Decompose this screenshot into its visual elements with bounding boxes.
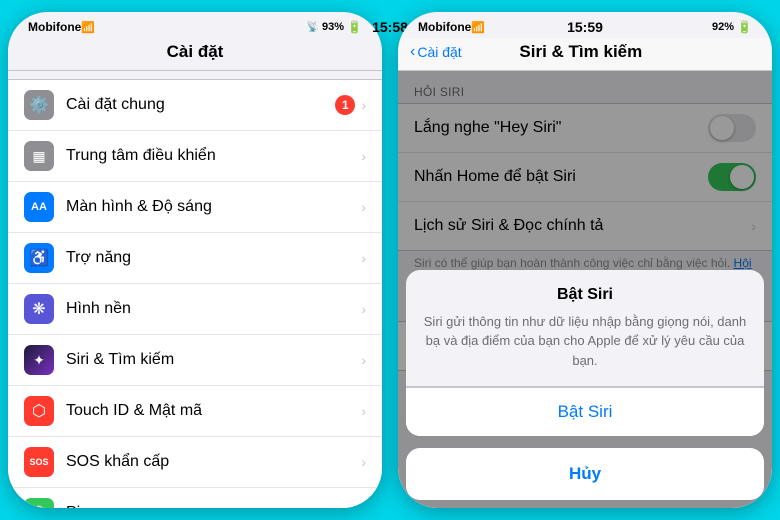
left-status-bar: Mobifone 📶 15:58 📡 93% 🔋	[8, 12, 382, 38]
right-time: 15:59	[567, 19, 603, 35]
wallpaper-label: Hình nền	[66, 300, 361, 318]
settings-item-sos[interactable]: SOS SOS khẩn cấp ›	[8, 437, 382, 488]
sos-chevron: ›	[361, 454, 366, 470]
sos-icon: SOS	[24, 447, 54, 477]
settings-item-accessibility[interactable]: ♿ Trợ năng ›	[8, 233, 382, 284]
right-nav-title: Siri & Tìm kiếm	[462, 42, 700, 62]
right-battery-icon: 🔋	[737, 20, 752, 34]
left-nav-bar: Cài đặt	[8, 38, 382, 71]
modal-description: Siri gửi thông tin như dữ liệu nhập bằng…	[422, 312, 748, 371]
display-icon: AA	[24, 192, 54, 222]
general-icon: ⚙️	[24, 90, 54, 120]
control-center-chevron: ›	[361, 148, 366, 164]
display-chevron: ›	[361, 199, 366, 215]
battery-chevron: ›	[361, 505, 366, 508]
battery-icon: 🔋	[24, 498, 54, 508]
wallpaper-chevron: ›	[361, 301, 366, 317]
left-wifi-icon: 📶	[81, 21, 95, 34]
right-nav-bar: ‹ Cài đặt Siri & Tìm kiếm	[398, 38, 772, 71]
left-time: 15:58	[372, 19, 382, 35]
modal-title: Bật Siri	[422, 286, 748, 304]
left-settings-group-1: ⚙️ Cài đặt chung 1 › ▦ Trung tâm điều kh…	[8, 79, 382, 508]
right-carrier: Mobifone	[418, 20, 471, 34]
modal-cancel-box: Hủy	[406, 448, 764, 500]
accessibility-chevron: ›	[361, 250, 366, 266]
modal-content: Bật Siri Siri gửi thông tin như dữ liệu …	[406, 270, 764, 388]
left-settings-list: ⚙️ Cài đặt chung 1 › ▦ Trung tâm điều kh…	[8, 71, 382, 508]
right-phone-panel: Mobifone 📶 15:59 92% 🔋 ‹ Cài đặt Siri & …	[398, 12, 772, 508]
settings-item-control-center[interactable]: ▦ Trung tâm điều khiển ›	[8, 131, 382, 182]
settings-item-battery[interactable]: 🔋 Pin ›	[8, 488, 382, 508]
settings-item-general[interactable]: ⚙️ Cài đặt chung 1 ›	[8, 80, 382, 131]
left-battery-pct: 93%	[322, 21, 344, 33]
nav-back-button[interactable]: ‹ Cài đặt	[410, 43, 462, 61]
left-signal-icon: 📡	[307, 22, 319, 33]
right-battery-pct: 92%	[712, 21, 734, 33]
siri-label: Siri & Tìm kiếm	[66, 351, 361, 369]
display-label: Màn hình & Độ sáng	[66, 198, 361, 216]
settings-item-siri[interactable]: ✦ Siri & Tìm kiếm ›	[8, 335, 382, 386]
left-phone-panel: Mobifone 📶 15:58 📡 93% 🔋 Cài đặt ⚙️ Cài …	[8, 12, 382, 508]
modal-confirm-button[interactable]: Bật Siri	[406, 387, 764, 436]
nav-back-label: Cài đặt	[417, 44, 461, 60]
left-carrier: Mobifone	[28, 20, 81, 34]
touchid-chevron: ›	[361, 403, 366, 419]
left-nav-title: Cài đặt	[167, 42, 224, 61]
modal-overlay: Bật Siri Siri gửi thông tin như dữ liệu …	[398, 71, 772, 508]
settings-item-wallpaper[interactable]: ❋ Hình nền ›	[8, 284, 382, 335]
modal-box: Bật Siri Siri gửi thông tin như dữ liệu …	[406, 270, 764, 437]
right-panel-container: HỎI SIRI Lắng nghe "Hey Siri" Nhấn Home …	[398, 71, 772, 508]
right-wifi-icon: 📶	[471, 21, 485, 34]
general-label: Cài đặt chung	[66, 96, 335, 114]
touchid-label: Touch ID & Mật mã	[66, 402, 361, 420]
accessibility-icon: ♿	[24, 243, 54, 273]
touchid-icon: ⬡	[24, 396, 54, 426]
siri-icon: ✦	[24, 345, 54, 375]
modal-cancel-button[interactable]: Hủy	[406, 448, 764, 500]
battery-label: Pin	[66, 504, 361, 508]
control-center-label: Trung tâm điều khiển	[66, 147, 361, 165]
left-battery-icon: 🔋	[347, 20, 362, 34]
general-badge: 1	[335, 95, 355, 115]
settings-item-touchid[interactable]: ⬡ Touch ID & Mật mã ›	[8, 386, 382, 437]
wallpaper-icon: ❋	[24, 294, 54, 324]
control-center-icon: ▦	[24, 141, 54, 171]
siri-chevron: ›	[361, 352, 366, 368]
settings-item-display[interactable]: AA Màn hình & Độ sáng ›	[8, 182, 382, 233]
accessibility-label: Trợ năng	[66, 249, 361, 267]
general-chevron: ›	[361, 97, 366, 113]
sos-label: SOS khẩn cấp	[66, 453, 361, 471]
right-status-bar: Mobifone 📶 15:59 92% 🔋	[398, 12, 772, 38]
back-chevron-icon: ‹	[410, 43, 415, 61]
